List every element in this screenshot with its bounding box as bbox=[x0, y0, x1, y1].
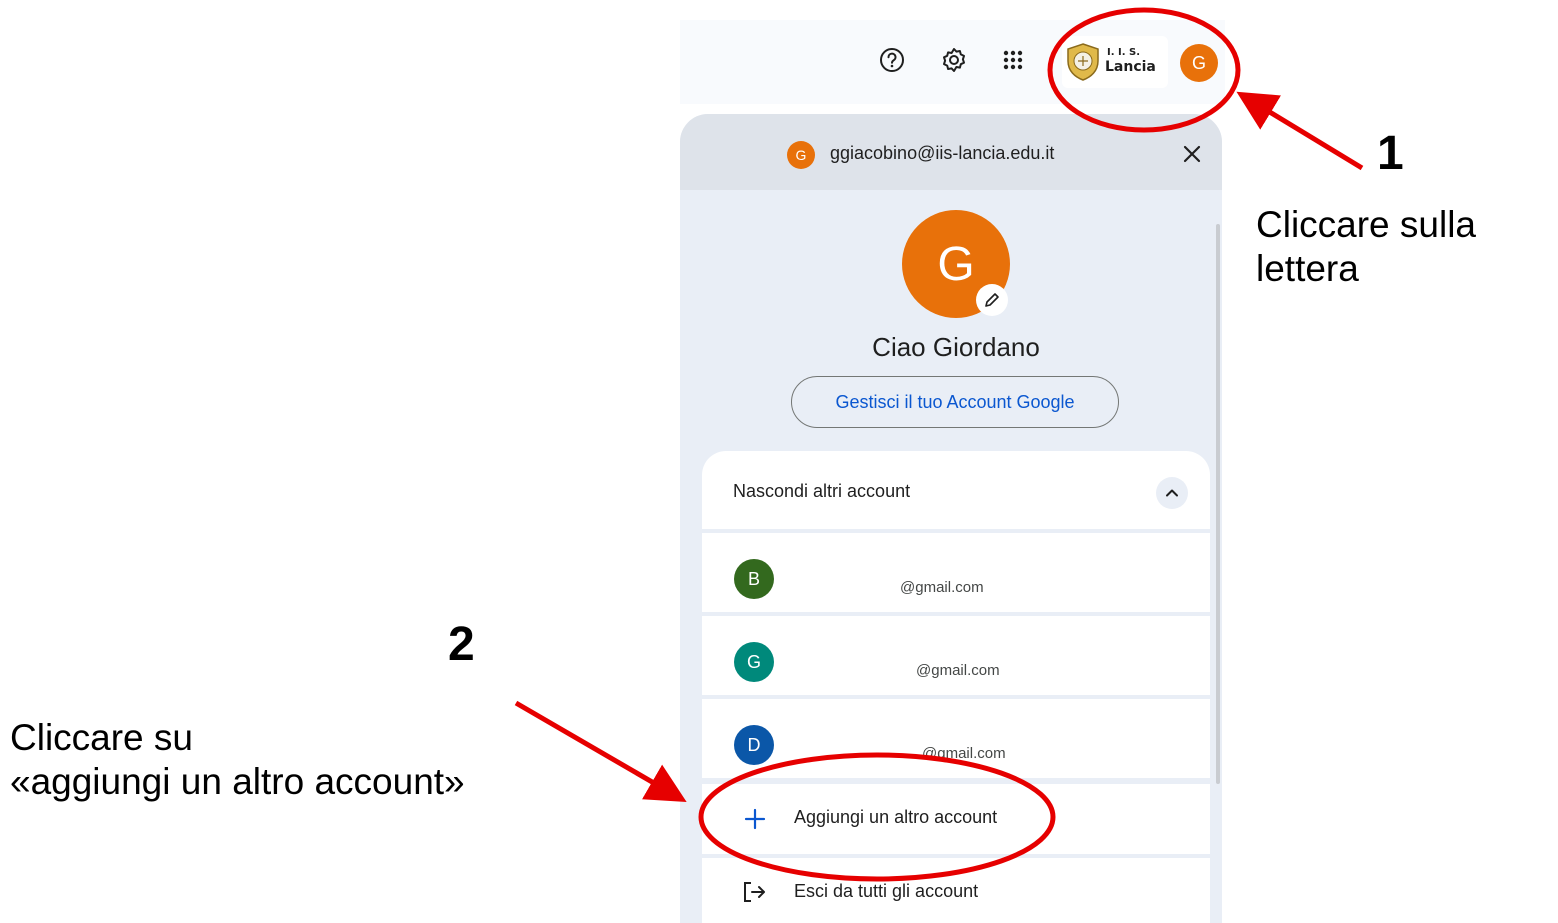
chevron-up-icon[interactable] bbox=[1156, 477, 1188, 509]
account-row[interactable]: B @gmail.com bbox=[702, 533, 1210, 612]
greeting: Ciao Giordano bbox=[872, 332, 1040, 362]
arrow-1 bbox=[1236, 91, 1364, 171]
account-avatar: G bbox=[734, 642, 774, 682]
account-email: @gmail.com bbox=[900, 579, 984, 596]
sign-out-all-label: Esci da tutti gli account bbox=[794, 881, 979, 901]
manage-account-button[interactable]: Gestisci il tuo Account Google bbox=[791, 376, 1119, 428]
account-row[interactable]: G @gmail.com bbox=[702, 616, 1210, 695]
sign-out-icon bbox=[740, 878, 768, 906]
organization-logo[interactable]: I. I. S. Lancia bbox=[1062, 36, 1168, 88]
account-row[interactable]: D @gmail.com bbox=[702, 699, 1210, 778]
hide-accounts-toggle[interactable]: Nascondi altri account bbox=[702, 451, 1210, 529]
step-1-line2: lettera bbox=[1256, 248, 1359, 289]
add-account-label: Aggiungi un altro account bbox=[794, 807, 998, 827]
apps-grid-icon[interactable] bbox=[999, 46, 1027, 74]
account-avatar-button[interactable]: G bbox=[1180, 44, 1218, 82]
step-1-instruction: Cliccare sulla lettera bbox=[1256, 203, 1476, 291]
account-email: @gmail.com bbox=[916, 662, 1000, 679]
step-2-number: 2 bbox=[448, 618, 475, 671]
account-panel: G ggiacobino@iis-lancia.edu.it G Ciao Gi… bbox=[680, 114, 1222, 923]
step-2-instruction: Cliccare su «aggiungi un altro account» bbox=[10, 716, 465, 804]
gear-icon[interactable] bbox=[940, 46, 968, 74]
panel-header: G ggiacobino@iis-lancia.edu.it bbox=[680, 114, 1222, 190]
top-bar: I. I. S. Lancia G bbox=[680, 20, 1225, 104]
step-1-number: 1 bbox=[1377, 127, 1404, 180]
org-name-line1: I. I. S. bbox=[1107, 47, 1141, 58]
add-account-button[interactable]: Aggiungi un altro account bbox=[702, 784, 1210, 854]
sign-out-all-button[interactable]: Esci da tutti gli account bbox=[702, 858, 1210, 923]
arrow-2 bbox=[514, 700, 687, 803]
step-2-line2: «aggiungi un altro account» bbox=[10, 761, 465, 802]
account-avatar: D bbox=[734, 725, 774, 765]
close-icon[interactable] bbox=[1180, 142, 1204, 166]
plus-icon bbox=[742, 806, 768, 832]
toggle-label: Nascondi altri account bbox=[733, 481, 911, 501]
account-email: @gmail.com bbox=[922, 745, 1006, 762]
scrollbar[interactable] bbox=[1216, 224, 1220, 784]
account-avatar: B bbox=[734, 559, 774, 599]
current-account-email: ggiacobino@iis-lancia.edu.it bbox=[830, 143, 1055, 163]
step-1-line1: Cliccare sulla bbox=[1256, 204, 1477, 245]
shield-logo-icon bbox=[1067, 43, 1099, 81]
pencil-icon[interactable] bbox=[976, 284, 1008, 316]
step-2-line1: Cliccare su bbox=[10, 717, 193, 758]
header-avatar: G bbox=[787, 141, 815, 169]
help-icon[interactable] bbox=[878, 46, 906, 74]
org-name-line2: Lancia bbox=[1105, 59, 1156, 75]
